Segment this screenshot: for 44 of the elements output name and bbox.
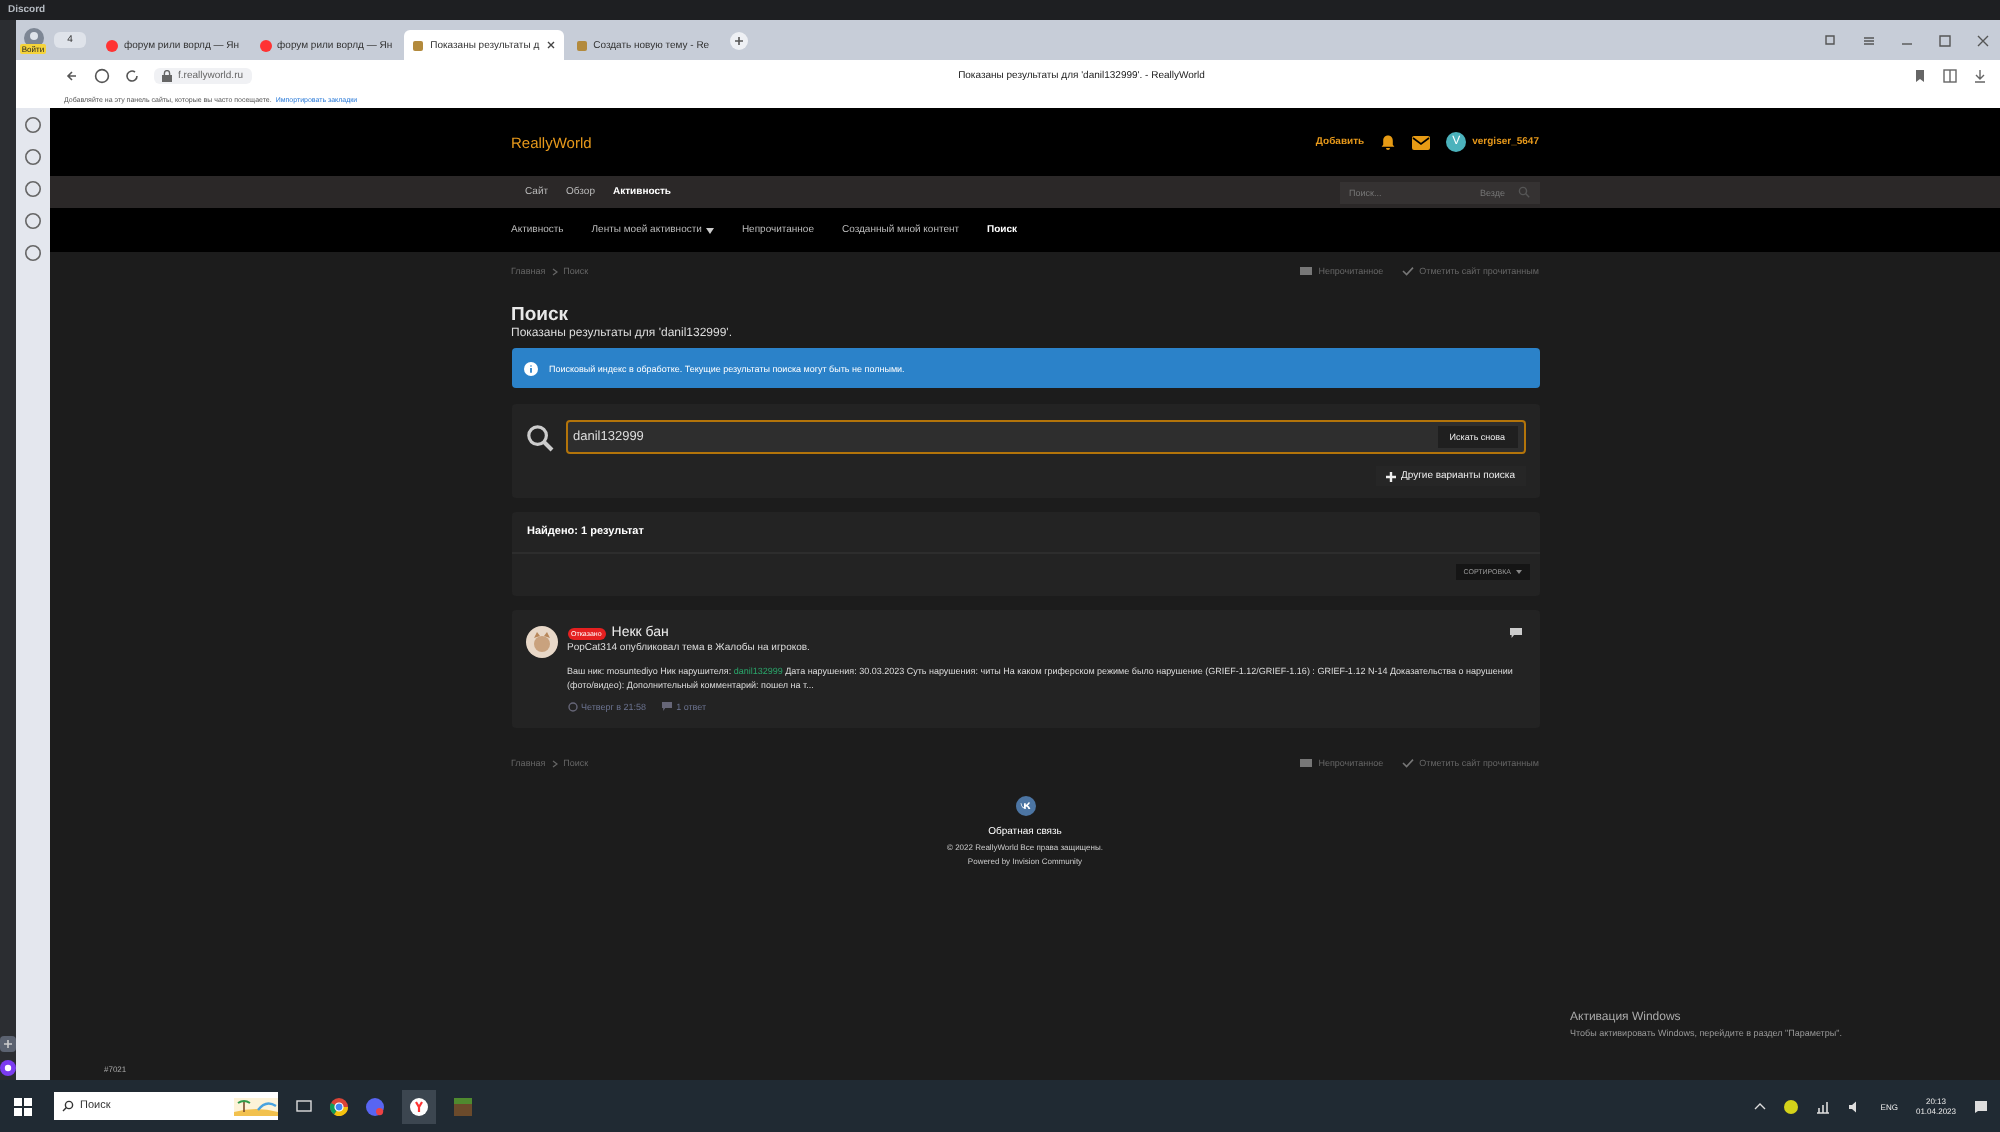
notification-icon[interactable] [1974,1099,1988,1113]
bell-icon[interactable] [1380,134,1397,150]
info-icon [523,361,537,375]
reader-icon[interactable] [1942,67,1958,83]
search-icon [1517,186,1529,198]
chevron-icon [551,267,558,275]
box-icon [575,39,588,51]
beach-icon [234,1097,278,1115]
comment-icon [662,702,673,712]
bookmark-icon[interactable] [1912,67,1928,83]
task-view-icon[interactable] [296,1098,312,1114]
new-tab-icon[interactable] [729,31,748,49]
avatar[interactable] [525,626,557,658]
reload-icon[interactable] [124,67,140,83]
download-icon[interactable] [1972,67,1988,83]
check-icon [1401,758,1414,768]
network-icon[interactable] [1816,1099,1831,1113]
menu-icon[interactable] [1860,31,1878,49]
caret-icon [705,227,714,233]
y-browser-icon[interactable] [410,1097,428,1115]
windows-start-icon[interactable] [14,1097,32,1115]
page-heading: Поиск [511,304,571,326]
comment-icon [1509,628,1521,638]
check-icon [1401,266,1414,276]
plus-icon [1386,471,1397,481]
close-icon[interactable] [545,40,556,50]
maximize-icon[interactable] [1936,31,1954,49]
caret-up-icon[interactable] [1754,1102,1767,1110]
tray-app-icon[interactable] [1784,1099,1799,1113]
lock-icon [162,69,172,81]
box-icon [412,39,425,51]
search-icon [62,1100,74,1112]
assistant-icon[interactable] [0,1060,16,1076]
vk-icon[interactable] [1015,796,1035,816]
caret-icon [1515,570,1521,574]
chevron-icon [551,759,558,767]
plus-icon[interactable] [0,1036,16,1052]
back-icon[interactable] [64,67,80,83]
chat-app-icon[interactable] [366,1097,384,1115]
search-icon [525,423,553,451]
close-icon[interactable] [1974,31,1992,49]
mail-icon[interactable] [1412,135,1431,149]
round-browser-icon[interactable] [330,1097,348,1115]
block-game-icon[interactable] [454,1097,472,1115]
